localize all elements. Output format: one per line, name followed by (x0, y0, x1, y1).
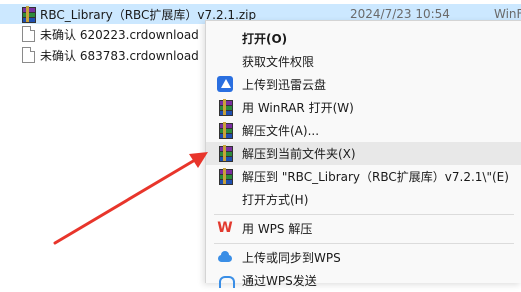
share-icon (217, 272, 235, 288)
menu-item-label: 解压到当前文件夹(X) (242, 147, 356, 161)
menu-item-open[interactable]: 打开(O) (206, 27, 521, 50)
file-row-crdownload[interactable]: 未确认 620223.crdownload (0, 24, 205, 44)
menu-item-label: 上传或同步到WPS (242, 251, 341, 265)
menu-separator (214, 214, 514, 215)
menu-item-label: 打开方式(H) (242, 193, 309, 207)
menu-item-upload-xunlei[interactable]: 上传到迅雷云盘 (206, 73, 521, 96)
menu-item-take-ownership[interactable]: 获取文件权限 (206, 50, 521, 73)
menu-item-open-with[interactable]: 打开方式(H) (206, 188, 521, 211)
menu-item-label: 用 WinRAR 打开(W) (242, 101, 354, 115)
wps-icon: W (217, 220, 233, 236)
menu-item-label: 获取文件权限 (242, 55, 315, 69)
document-icon (20, 47, 36, 63)
file-type: WinF (494, 7, 521, 21)
menu-item-extract-here[interactable]: 解压到当前文件夹(X) (206, 142, 521, 165)
menu-item-wps-sync[interactable]: 上传或同步到WPS (206, 246, 521, 269)
menu-item-wps-send[interactable]: 通过WPS发送 (206, 269, 521, 292)
menu-item-open-winrar[interactable]: 用 WinRAR 打开(W) (206, 96, 521, 119)
file-date: 2024/7/23 10:54 (350, 7, 450, 21)
menu-item-label: 用 WPS 解压 (242, 222, 313, 236)
winrar-icon (217, 122, 233, 139)
menu-item-wps-extract[interactable]: W 用 WPS 解压 (206, 217, 521, 240)
xunlei-icon (217, 76, 233, 92)
winrar-icon (217, 168, 233, 185)
file-name: 未确认 620223.crdownload (40, 27, 199, 42)
file-name: 未确认 683783.crdownload (40, 48, 199, 63)
winrar-icon (217, 145, 233, 162)
menu-item-label: 打开(O) (242, 32, 288, 46)
document-icon (20, 26, 36, 42)
menu-separator (214, 243, 514, 244)
menu-item-label: 解压文件(A)... (242, 124, 320, 138)
rar-archive-icon (20, 6, 36, 23)
menu-item-label: 通过WPS发送 (242, 274, 317, 288)
menu-item-extract-files[interactable]: 解压文件(A)... (206, 119, 521, 142)
menu-item-extract-to-folder[interactable]: 解压到 "RBC_Library（RBC扩展库）v7.2.1\"(E) (206, 165, 521, 188)
context-menu: 打开(O) 获取文件权限 上传到迅雷云盘 用 WinRAR 打开(W) 解压文件… (205, 20, 521, 288)
cloud-icon (217, 249, 233, 265)
menu-item-label: 解压到 "RBC_Library（RBC扩展库）v7.2.1\"(E) (242, 170, 509, 184)
menu-item-label: 上传到迅雷云盘 (242, 78, 327, 92)
winrar-icon (217, 99, 233, 116)
file-row-crdownload[interactable]: 未确认 683783.crdownload (0, 45, 205, 65)
